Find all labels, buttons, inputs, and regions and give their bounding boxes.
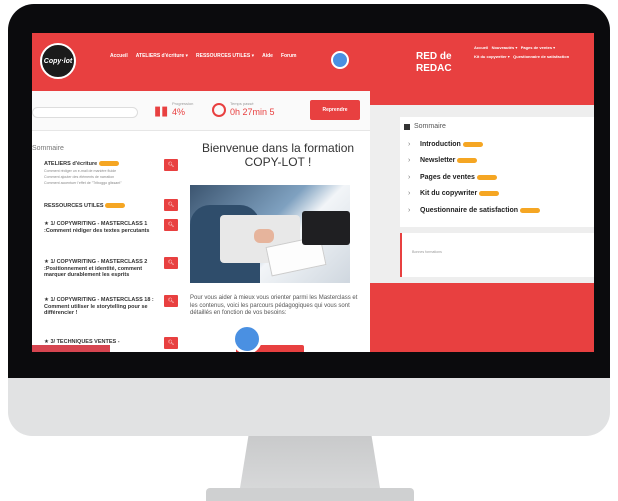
notes-label: Bonnes formations	[412, 250, 442, 254]
monitor-chin	[8, 378, 610, 436]
chat-button[interactable]	[232, 324, 262, 352]
course-photo	[190, 185, 350, 283]
nav-item-pages-ventes[interactable]: Pages de ventes ▾	[521, 45, 555, 50]
chart-icon: ▮▮	[154, 103, 169, 118]
sommaire-item-introduction[interactable]: › Introduction	[408, 141, 483, 148]
item-label: Pages de ventes	[420, 174, 475, 181]
search-icon[interactable]: 🔍︎	[164, 337, 178, 349]
progress-value: 4%	[172, 107, 186, 117]
sommaire-title: Sommaire	[32, 145, 64, 152]
search-input[interactable]	[32, 107, 138, 118]
redac-window: RED de REDAC Accueil Nouveautés ▾ Pages …	[370, 33, 594, 352]
sommaire-item[interactable]: ATELIERS d'écriture	[44, 161, 156, 168]
search-icon[interactable]: 🔍︎	[164, 199, 178, 211]
nav-item-questionnaire[interactable]: Questionnaire de satisfaction	[513, 54, 569, 59]
clock-icon	[212, 103, 226, 117]
sommaire-item-kit[interactable]: › Kit du copywriter	[408, 190, 500, 197]
book-icon	[404, 124, 410, 130]
time-value: 0h 27min 5	[230, 107, 275, 117]
redac-footer	[370, 283, 594, 352]
sommaire-title: Sommaire	[414, 123, 446, 130]
status-badge	[476, 174, 497, 180]
redac-sommaire-card: Sommaire › Introduction › Newsletter › Page…	[400, 117, 594, 227]
nav-item-accueil[interactable]: Accueil	[474, 45, 488, 50]
status-badge	[457, 157, 478, 163]
chevron-right-icon: ›	[408, 174, 411, 181]
redac-nav: Accueil Nouveautés ▾ Pages de ventes ▾ K…	[474, 43, 592, 61]
course-window: Copy·lot Accueil ATELIERS d'écriture ▾ R…	[32, 33, 370, 352]
site-logo[interactable]: Copy·lot	[40, 43, 76, 79]
page-title: Bienvenue dans la formation COPY-LOT !	[201, 141, 355, 169]
item-label: Newsletter	[420, 157, 456, 164]
search-icon[interactable]: 🔍︎	[164, 295, 178, 307]
sommaire-subitem[interactable]: Comment rédiger un e-mail de manière flu…	[44, 169, 156, 174]
nav-item-nouveautes[interactable]: Nouveautés ▾	[492, 45, 518, 50]
nav-item-kit[interactable]: Kit du copywriter ▾	[474, 54, 510, 59]
course-content: Bienvenue dans la formation COPY-LOT ! P…	[186, 137, 370, 352]
status-badge	[105, 203, 126, 209]
sommaire-subitem[interactable]: Comment accentuer l'effet de "Triboggo g…	[44, 181, 156, 186]
course-header: Copy·lot Accueil ATELIERS d'écriture ▾ R…	[32, 33, 370, 91]
nav-item-ressources[interactable]: RESSOURCES UTILES ▾	[196, 53, 254, 59]
sommaire-item-label: ATELIERS d'écriture	[44, 161, 98, 167]
search-icon[interactable]: 🔍︎	[164, 159, 178, 171]
chevron-right-icon: ›	[408, 207, 411, 214]
chevron-right-icon: ›	[408, 141, 411, 148]
time-label: Temps passé	[230, 101, 254, 106]
status-badge	[98, 161, 119, 167]
resume-button[interactable]: Reprendre	[310, 100, 360, 120]
search-icon[interactable]: 🔍︎	[164, 257, 178, 269]
progress-bar-area: ▮▮ Progression 4% Temps passé 0h 27min 5…	[32, 91, 370, 131]
logo-text: Copy·lot	[43, 57, 73, 65]
monitor: Copy·lot Accueil ATELIERS d'écriture ▾ R…	[0, 0, 618, 436]
course-nav: Accueil ATELIERS d'écriture ▾ RESSOURCES…	[110, 53, 297, 59]
sommaire-item[interactable]: ★ 1/ COPYWRITING - MASTERCLASS 1 :Commen…	[44, 221, 156, 234]
nav-item-forum[interactable]: Forum	[281, 53, 297, 59]
sommaire-item[interactable]: RESSOURCES UTILES	[44, 203, 156, 210]
user-avatar[interactable]	[331, 51, 349, 69]
search-icon[interactable]: 🔍︎	[164, 219, 178, 231]
nav-item-accueil[interactable]: Accueil	[110, 53, 128, 59]
nav-item-ateliers[interactable]: ATELIERS d'écriture ▾	[136, 53, 188, 59]
monitor-base	[206, 488, 414, 501]
status-badge	[479, 190, 500, 196]
sommaire-item[interactable]: ★ 1/ COPYWRITING - MASTERCLASS 2 :Positi…	[44, 259, 156, 279]
nav-item-aide[interactable]: Aide	[262, 53, 273, 59]
chevron-right-icon: ›	[408, 190, 411, 197]
sommaire-item-pages-ventes[interactable]: › Pages de ventes	[408, 174, 497, 181]
progress-label: Progression	[172, 101, 194, 106]
status-badge	[462, 141, 483, 147]
sommaire-item[interactable]: ★ 1/ COPYWRITING - MASTERCLASS 18 : Comm…	[44, 297, 156, 317]
tooltip-bar	[32, 345, 110, 352]
redac-header: RED de REDAC Accueil Nouveautés ▾ Pages …	[370, 33, 594, 105]
sommaire-sidebar: Sommaire ATELIERS d'écriture Comment réd…	[32, 137, 184, 352]
screen: Copy·lot Accueil ATELIERS d'écriture ▾ R…	[32, 33, 594, 352]
chevron-right-icon: ›	[408, 157, 411, 164]
item-label: Introduction	[420, 141, 461, 148]
sommaire-item-questionnaire[interactable]: › Questionnaire de satisfaction	[408, 207, 540, 214]
sommaire-item-label: RESSOURCES UTILES	[44, 203, 104, 209]
item-label: Kit du copywriter	[420, 190, 478, 197]
item-label: Questionnaire de satisfaction	[420, 207, 519, 214]
monitor-stand	[240, 436, 380, 488]
intro-text: Pour vous aider à mieux vous orienter pa…	[190, 295, 358, 316]
notes-card: Bonnes formations	[400, 233, 594, 277]
status-badge	[519, 207, 540, 213]
sommaire-subitem[interactable]: Comment ajouter des éléments de narratio…	[44, 175, 156, 180]
redac-brand[interactable]: RED de REDAC	[416, 51, 476, 75]
sommaire-item-newsletter[interactable]: › Newsletter	[408, 157, 478, 164]
